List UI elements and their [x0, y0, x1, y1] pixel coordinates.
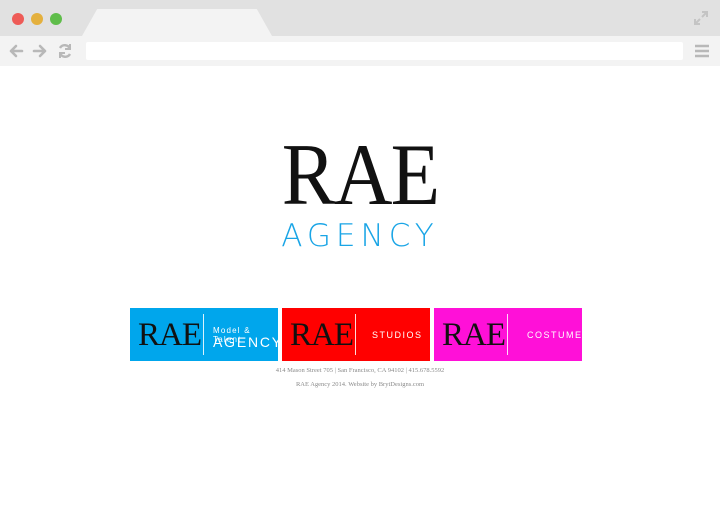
- tile-title: AGENCY: [213, 334, 283, 350]
- browser-titlebar: [0, 0, 720, 36]
- footer-address: 414 Mason Street 705 | San Francisco, CA…: [275, 367, 445, 374]
- tile-title: STUDIOS: [372, 330, 423, 340]
- tile-title: COSTUMES: [527, 330, 591, 340]
- browser-tab[interactable]: [82, 9, 272, 36]
- tile-model-talent-agency[interactable]: RAE Model & Talent AGENCY: [130, 308, 281, 361]
- tile-divider: [203, 314, 204, 355]
- footer-credit[interactable]: RAE Agency 2014. Website by BrytDesigns.…: [0, 381, 720, 388]
- minimize-window-button[interactable]: [31, 13, 43, 25]
- expand-icon[interactable]: [692, 9, 710, 27]
- tile-brand: RAE: [290, 317, 354, 353]
- tile-costumes[interactable]: RAE COSTUMES: [434, 308, 589, 361]
- maximize-window-button[interactable]: [50, 13, 62, 25]
- arrow-left-icon[interactable]: [8, 43, 24, 59]
- hamburger-menu-icon[interactable]: [693, 42, 711, 60]
- tile-studios[interactable]: RAE STUDIOS: [282, 308, 430, 361]
- close-window-button[interactable]: [12, 13, 24, 25]
- logo-agency: AGENCY: [281, 218, 439, 254]
- address-bar[interactable]: [86, 42, 683, 60]
- arrow-right-icon[interactable]: [32, 43, 48, 59]
- tile-brand: RAE: [442, 317, 506, 353]
- logo-rae: RAE: [281, 127, 440, 224]
- tile-divider: [507, 314, 508, 355]
- tile-brand: RAE: [138, 317, 202, 353]
- tile-divider: [355, 314, 356, 355]
- reload-icon[interactable]: [57, 43, 73, 59]
